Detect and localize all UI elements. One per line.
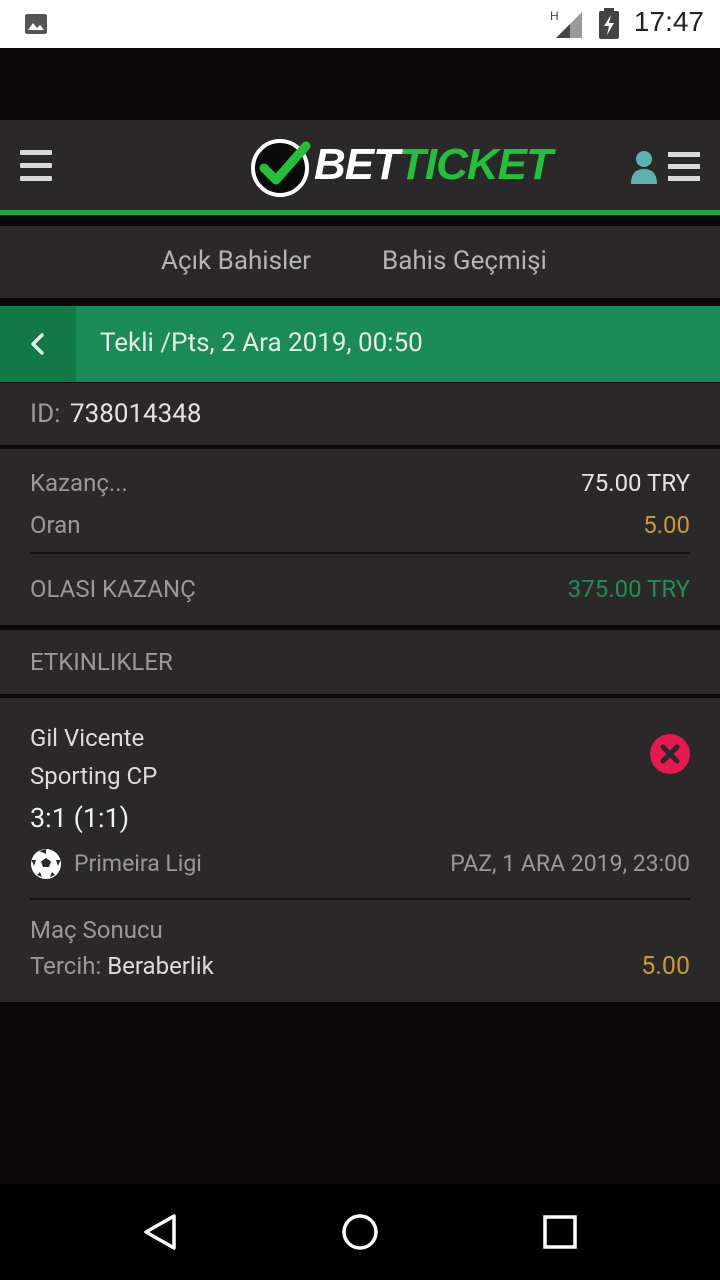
checkmark-logo-icon: [251, 139, 311, 197]
image-notification-icon: [25, 14, 47, 34]
home-circle-icon[interactable]: [340, 1212, 380, 1252]
beticket-logo[interactable]: BETTICKET: [250, 136, 553, 198]
tab-open-bets[interactable]: Açık Bahisler: [161, 246, 311, 276]
league-name: Primeira Ligi: [74, 850, 202, 877]
list-menu-icon: [668, 152, 700, 181]
match-score: 3:1 (1:1): [30, 802, 130, 834]
logo-wordmark: BETTICKET: [314, 140, 553, 189]
back-triangle-icon[interactable]: [140, 1212, 180, 1252]
header-accent-line: [0, 210, 720, 215]
menu-hamburger-icon[interactable]: [20, 150, 52, 182]
bet-tabs: Açık Bahisler Bahis Geçmişi: [0, 226, 720, 298]
battery-charging-icon: [599, 8, 619, 39]
recents-square-icon[interactable]: [540, 1212, 580, 1252]
tab-bet-history[interactable]: Bahis Geçmişi: [382, 246, 547, 276]
svg-text:H: H: [550, 9, 559, 23]
event-divider: [30, 898, 690, 900]
market-name: Maç Sonucu: [30, 916, 163, 944]
potential-win-value: 375.00 TRY: [567, 575, 690, 603]
away-team: Sporting CP: [30, 762, 158, 790]
stake-value: 75.00 TRY: [581, 469, 690, 497]
user-menu-button[interactable]: [630, 150, 702, 184]
soccer-ball-icon: [31, 849, 61, 879]
event-datetime: PAZ, 1 ARA 2019, 23:00: [450, 850, 690, 877]
bet-id-row: ID: 738014348: [0, 383, 720, 445]
potential-win-label: OLASI KAZANÇ: [30, 575, 196, 603]
odds-value: 5.00: [643, 511, 690, 539]
summary-divider: [30, 552, 690, 554]
pick-label: Tercih:: [30, 952, 102, 980]
events-header: ETKINLIKLER: [0, 630, 720, 694]
event-card[interactable]: Gil Vicente Sporting CP 3:1 (1:1) Primei…: [0, 698, 720, 1002]
bet-title-bar: Tekli /Pts, 2 Ara 2019, 00:50: [0, 306, 720, 382]
signal-icon: H: [550, 9, 582, 38]
system-nav-bar: [0, 1184, 720, 1280]
home-team: Gil Vicente: [30, 724, 145, 752]
app-header: BETTICKET: [0, 120, 720, 216]
back-button[interactable]: [0, 306, 76, 382]
odds-label: Oran: [30, 511, 81, 539]
lost-x-icon: [650, 734, 690, 774]
bet-id-label: ID:: [30, 399, 61, 429]
status-time: 17:47: [633, 6, 704, 37]
user-icon: [631, 151, 657, 184]
bet-id-value: 738014348: [70, 399, 202, 429]
top-spacer: [0, 48, 720, 120]
chevron-left-icon: [31, 333, 44, 355]
pick-row: Tercih: Beraberlik: [30, 952, 214, 980]
bet-summary: Kazanç... 75.00 TRY Oran 5.00 OLASI KAZA…: [0, 449, 720, 625]
status-bar: H 17:47: [0, 0, 720, 48]
stake-label: Kazanç...: [30, 469, 128, 497]
bet-title: Tekli /Pts, 2 Ara 2019, 00:50: [100, 328, 423, 358]
events-header-label: ETKINLIKLER: [30, 648, 173, 676]
pick-value: Beraberlik: [107, 952, 214, 980]
pick-odds: 5.00: [641, 952, 690, 981]
